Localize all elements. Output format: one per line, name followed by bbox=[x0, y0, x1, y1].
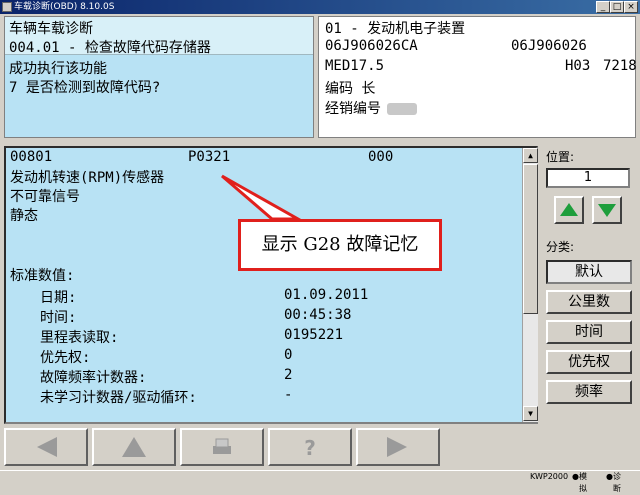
green-up-arrow-icon bbox=[560, 203, 578, 216]
part-number-2: 06J906026 bbox=[511, 38, 587, 54]
ecu-code: H03 bbox=[565, 58, 591, 74]
fault-state: 静态 bbox=[10, 208, 38, 224]
side-panel: 位置: 1 分类: 默认 公里数 时间 优先权 频率 bbox=[540, 146, 640, 426]
function-panel: 车辆车载诊断 004.01 - 检查故障代码存储器 成功执行该功能 7 是否检测… bbox=[4, 16, 314, 138]
category-default-button[interactable]: 默认 bbox=[546, 260, 632, 284]
fault-type: 不可靠信号 bbox=[10, 189, 80, 205]
fault-status-code: 000 bbox=[368, 149, 394, 165]
dealer-label: 经销编号 bbox=[325, 98, 417, 118]
row-value-time: 00:45:38 bbox=[284, 307, 352, 323]
ecu-type: MED17.5 bbox=[325, 58, 385, 74]
row-label-time: 时间: bbox=[40, 310, 77, 326]
dealer-redacted bbox=[387, 103, 417, 115]
row-label-priority: 优先权: bbox=[40, 350, 91, 366]
position-down-button[interactable] bbox=[592, 196, 622, 224]
fault-pcode: P0321 bbox=[188, 149, 231, 165]
scroll-up-button[interactable]: ▲ bbox=[523, 148, 538, 163]
back-button[interactable] bbox=[4, 428, 88, 466]
fault-memory-panel: 00801 P0321 000 发动机转速(RPM)传感器 不可靠信号 静态 标… bbox=[4, 146, 538, 424]
window-title: 车载诊断(OBD) 8.10.0S bbox=[14, 2, 115, 12]
row-value-odometer: 0195221 bbox=[284, 327, 344, 343]
function-title: 车辆车载诊断 bbox=[9, 21, 93, 37]
up-button[interactable] bbox=[92, 428, 176, 466]
standard-values-label: 标准数值: bbox=[10, 268, 75, 284]
part-number-1: 06J906026CA bbox=[325, 38, 418, 54]
annotation-callout: 显示 G28 故障记忆 bbox=[238, 219, 442, 271]
category-mileage-button[interactable]: 公里数 bbox=[546, 290, 632, 314]
print-icon bbox=[213, 438, 231, 454]
vertical-scrollbar[interactable]: ▲ ▼ bbox=[522, 148, 538, 422]
title-bar: 车载诊断(OBD) 8.10.0S _ □ × bbox=[0, 0, 640, 14]
maximize-button[interactable]: □ bbox=[610, 1, 624, 13]
position-label: 位置: bbox=[546, 150, 575, 164]
row-label-odometer: 里程表读取: bbox=[40, 330, 119, 346]
row-value-unlearn: - bbox=[284, 387, 293, 403]
status-app: KWP2000 bbox=[530, 472, 569, 481]
app-icon bbox=[2, 2, 12, 12]
fault-description: 发动机转速(RPM)传感器 bbox=[10, 170, 165, 186]
forward-button[interactable] bbox=[356, 428, 440, 466]
function-subtitle: 004.01 - 检查故障代码存储器 bbox=[9, 40, 211, 56]
navigation-bar: ? bbox=[4, 428, 536, 468]
ecu-info-panel: 01 - 发动机电子装置 06J906026CA 06J906026 MED17… bbox=[318, 16, 637, 138]
category-frequency-button[interactable]: 频率 bbox=[546, 380, 632, 404]
fault-code: 00801 bbox=[10, 149, 53, 165]
svg-text:?: ? bbox=[304, 436, 316, 460]
category-label: 分类: bbox=[546, 240, 575, 254]
status-item-2: ● 诊断 bbox=[606, 472, 621, 493]
row-label-unlearn: 未学习计数器/驱动循环: bbox=[40, 390, 197, 406]
close-button[interactable]: × bbox=[624, 1, 638, 13]
back-arrow-icon bbox=[37, 437, 57, 457]
row-label-date: 日期: bbox=[40, 290, 77, 306]
position-field[interactable]: 1 bbox=[546, 168, 630, 188]
minimize-button[interactable]: _ bbox=[596, 1, 610, 13]
row-value-date: 01.09.2011 bbox=[284, 287, 369, 303]
row-value-priority: 0 bbox=[284, 347, 293, 363]
coding-label: 编码 长 bbox=[325, 81, 376, 97]
position-up-button[interactable] bbox=[554, 196, 584, 224]
function-question: 7 是否检测到故障代码? bbox=[9, 80, 161, 96]
print-button[interactable] bbox=[180, 428, 264, 466]
scroll-down-button[interactable]: ▼ bbox=[523, 406, 538, 421]
green-down-arrow-icon bbox=[598, 204, 616, 217]
status-item-1: ● 模拟 bbox=[572, 472, 587, 493]
ecu-number: 7218 bbox=[603, 58, 637, 74]
forward-arrow-icon bbox=[387, 437, 407, 457]
module-name: 01 - 发动机电子装置 bbox=[325, 21, 466, 37]
row-label-frequency: 故障频率计数器: bbox=[40, 370, 147, 386]
category-time-button[interactable]: 时间 bbox=[546, 320, 632, 344]
up-arrow-icon bbox=[122, 437, 146, 457]
status-bar: KWP2000 ● 模拟 ● 诊断 bbox=[0, 470, 640, 493]
row-value-frequency: 2 bbox=[284, 367, 293, 383]
category-priority-button[interactable]: 优先权 bbox=[546, 350, 632, 374]
function-status: 成功执行该功能 bbox=[9, 61, 107, 77]
help-icon: ? bbox=[304, 436, 316, 460]
help-button[interactable]: ? bbox=[268, 428, 352, 466]
scroll-thumb[interactable] bbox=[523, 164, 538, 314]
